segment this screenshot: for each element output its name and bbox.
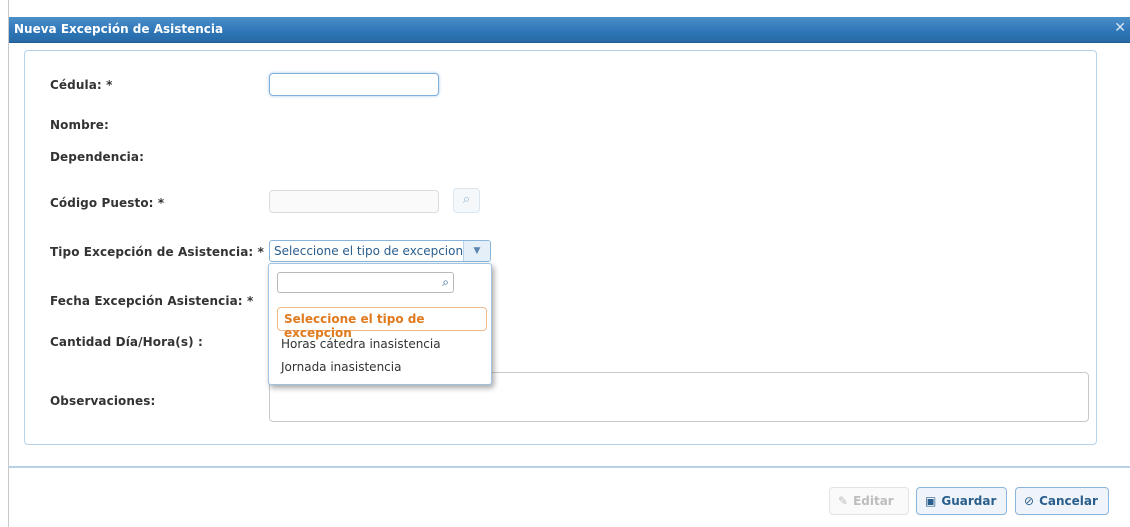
cedula-input[interactable] bbox=[269, 73, 439, 96]
footer-separator bbox=[9, 466, 1130, 468]
tipo-excepcion-select[interactable]: Seleccione el tipo de excepcion ▼ bbox=[269, 240, 491, 262]
dropdown-option-selected[interactable]: Seleccione el tipo de excepcion bbox=[277, 307, 487, 340]
cancel-icon: ⊘ bbox=[1024, 494, 1035, 508]
search-button[interactable]: ⌕ bbox=[453, 188, 480, 213]
codigo-puesto-input[interactable] bbox=[269, 190, 439, 213]
tipo-excepcion-dropdown: ⌕ Seleccione el tipo de excepcion Horas … bbox=[268, 263, 492, 385]
search-icon: ⌕ bbox=[442, 275, 449, 289]
cantidad-label: Cantidad Día/Hora(s) : bbox=[50, 335, 203, 349]
dropdown-option[interactable]: Jornada inasistencia bbox=[281, 360, 401, 374]
observaciones-label: Observaciones: bbox=[50, 394, 156, 408]
save-button-label: Guardar bbox=[941, 494, 997, 508]
pencil-icon: ✎ bbox=[838, 494, 849, 508]
tipo-excepcion-value: Seleccione el tipo de excepcion bbox=[274, 244, 464, 258]
cancel-button-label: Cancelar bbox=[1039, 494, 1098, 508]
dialog-titlebar: Nueva Excepción de Asistencia ✕ bbox=[9, 17, 1130, 43]
fecha-excepcion-label: Fecha Excepción Asistencia: * bbox=[50, 294, 254, 308]
chevron-down-icon[interactable]: ▼ bbox=[463, 241, 490, 261]
edit-button-label: Editar bbox=[853, 494, 894, 508]
tipo-excepcion-label: Tipo Excepción de Asistencia: * bbox=[50, 245, 264, 259]
dialog-title: Nueva Excepción de Asistencia bbox=[14, 22, 224, 36]
cancel-button[interactable]: ⊘ Cancelar bbox=[1015, 487, 1109, 515]
top-strip bbox=[0, 0, 1130, 10]
dropdown-search-input[interactable]: ⌕ bbox=[277, 272, 454, 293]
search-icon: ⌕ bbox=[462, 192, 471, 207]
save-icon: ▣ bbox=[925, 494, 937, 508]
codigo-puesto-label: Código Puesto: * bbox=[50, 196, 165, 210]
window-left-edge bbox=[0, 0, 9, 527]
close-icon[interactable]: ✕ bbox=[1114, 20, 1126, 36]
nombre-label: Nombre: bbox=[50, 118, 109, 132]
dependencia-label: Dependencia: bbox=[50, 150, 144, 164]
edit-button[interactable]: ✎ Editar bbox=[829, 487, 909, 515]
save-button[interactable]: ▣ Guardar bbox=[916, 487, 1007, 515]
dropdown-option[interactable]: Horas cátedra inasistencia bbox=[281, 337, 441, 351]
cedula-label: Cédula: * bbox=[50, 78, 113, 92]
